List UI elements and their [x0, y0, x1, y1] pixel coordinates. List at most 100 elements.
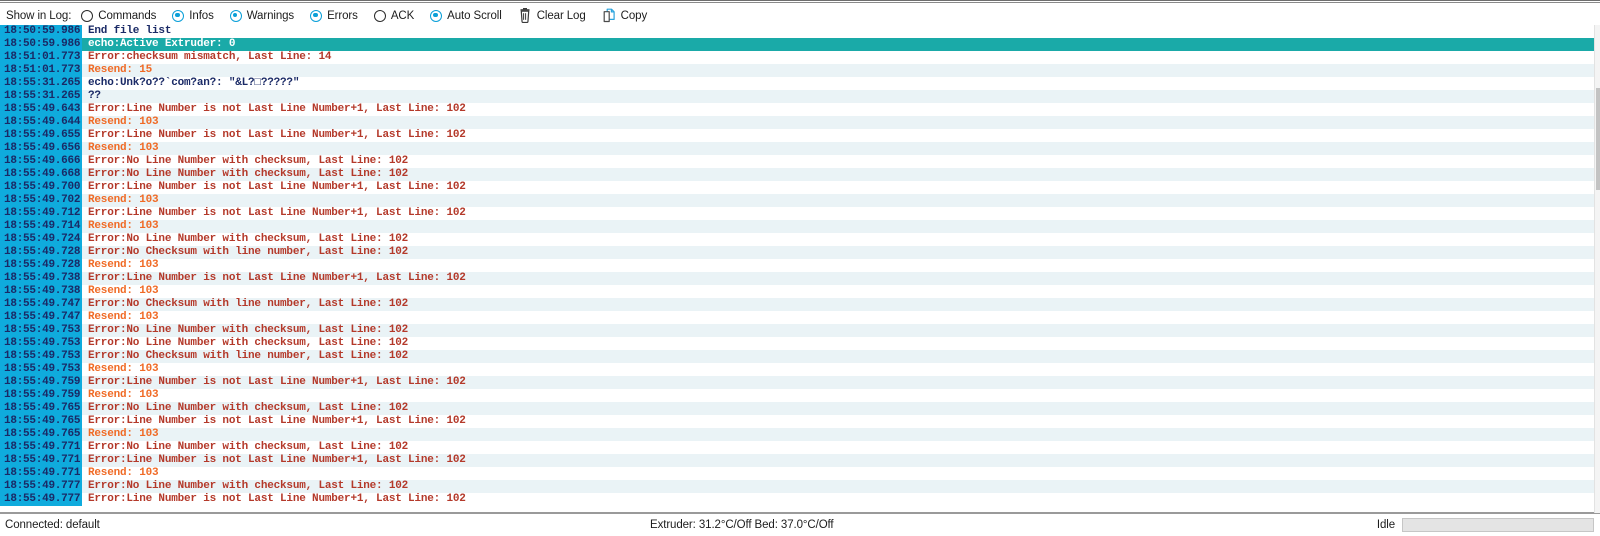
- filter-commands[interactable]: Commands: [81, 9, 156, 22]
- log-row-timestamp: 18:55:49.777: [0, 493, 82, 506]
- log-row-timestamp: 18:55:49.728: [0, 259, 82, 272]
- log-row[interactable]: 18:55:49.759 Resend: 103: [0, 389, 1594, 402]
- log-row[interactable]: 18:51:01.773 Error:checksum mismatch, Las…: [0, 51, 1594, 64]
- log-row[interactable]: 18:55:49.771 Error:No Line Number with ch…: [0, 441, 1594, 454]
- log-row-message: Resend: 103: [88, 285, 159, 297]
- radio-warnings-icon[interactable]: [229, 9, 242, 22]
- status-bar: Connected: default Extruder: 31.2°C/Off …: [0, 513, 1600, 536]
- log-row[interactable]: 18:55:49.668 Error:No Line Number with ch…: [0, 168, 1594, 181]
- log-row-timestamp: 18:55:49.771: [0, 441, 82, 454]
- log-row-message: Error:Line Number is not Last Line Numbe…: [88, 376, 466, 388]
- log-row-timestamp: 18:55:31.265: [0, 90, 82, 103]
- log-row[interactable]: 18:55:49.771 Error:Line Number is not Las…: [0, 454, 1594, 467]
- radio-commands-icon[interactable]: [81, 9, 94, 22]
- log-row[interactable]: 18:55:49.656 Resend: 103: [0, 142, 1594, 155]
- log-row-message: Error:No Checksum with line number, Last…: [88, 246, 409, 258]
- filter-auto-scroll[interactable]: Auto Scroll: [430, 9, 502, 22]
- log-row-message: Error:No Checksum with line number, Last…: [88, 350, 409, 362]
- log-row-timestamp: 18:55:49.765: [0, 415, 82, 428]
- log-row[interactable]: 18:55:49.738 Error:Line Number is not Las…: [0, 272, 1594, 285]
- printer-host-log-window: Show in Log: Commands Infos Warnings Errors…: [0, 0, 1600, 536]
- log-row[interactable]: 18:55:31.265 echo:Unk?o??`com?an?: "&L?□?…: [0, 77, 1594, 90]
- show-in-log-label: Show in Log:: [6, 9, 72, 22]
- log-row-timestamp: 18:55:49.759: [0, 376, 82, 389]
- log-row-message: Error:No Line Number with checksum, Last…: [88, 402, 409, 414]
- log-row[interactable]: 18:55:49.753 Error:No Checksum with line …: [0, 350, 1594, 363]
- log-row-timestamp: 18:55:49.644: [0, 116, 82, 129]
- log-row-timestamp: 18:50:59.986: [0, 38, 82, 51]
- log-row-message: Error:Line Number is not Last Line Numbe…: [88, 272, 466, 284]
- log-row[interactable]: 18:55:49.700 Error:Line Number is not Las…: [0, 181, 1594, 194]
- log-row[interactable]: 18:55:49.702 Resend: 103: [0, 194, 1594, 207]
- log-row[interactable]: 18:50:59.986 echo:Active Extruder: 0: [0, 38, 1594, 51]
- log-row-timestamp: 18:55:49.656: [0, 142, 82, 155]
- log-row-timestamp: 18:55:49.668: [0, 168, 82, 181]
- log-row[interactable]: 18:55:49.765 Resend: 103: [0, 428, 1594, 441]
- filter-errors[interactable]: Errors: [310, 9, 358, 22]
- log-row[interactable]: 18:51:01.773 Resend: 15: [0, 64, 1594, 77]
- log-row[interactable]: 18:55:49.728 Resend: 103: [0, 259, 1594, 272]
- log-row-message: Error:No Checksum with line number, Last…: [88, 298, 409, 310]
- log-row[interactable]: 18:55:49.765 Error:Line Number is not Las…: [0, 415, 1594, 428]
- log-row-timestamp: 18:55:49.771: [0, 454, 82, 467]
- clear-log-button[interactable]: Clear Log: [518, 8, 586, 23]
- log-row-timestamp: 18:55:49.700: [0, 181, 82, 194]
- log-row[interactable]: 18:55:49.753 Resend: 103: [0, 363, 1594, 376]
- log-row-message: Error:checksum mismatch, Last Line: 14: [88, 51, 332, 63]
- log-row[interactable]: 18:55:49.714 Resend: 103: [0, 220, 1594, 233]
- log-row[interactable]: 18:55:49.771 Resend: 103: [0, 467, 1594, 480]
- log-row-timestamp: 18:55:49.738: [0, 272, 82, 285]
- log-row-message: echo:Unk?o??`com?an?: "&L?□?????": [88, 77, 300, 89]
- log-row-message: Error:Line Number is not Last Line Numbe…: [88, 415, 466, 427]
- filter-infos[interactable]: Infos: [172, 9, 214, 22]
- log-row-message: Error:No Line Number with checksum, Last…: [88, 441, 409, 453]
- log-row-message: Error:Line Number is not Last Line Numbe…: [88, 207, 466, 219]
- log-row[interactable]: 18:55:49.759 Error:Line Number is not Las…: [0, 376, 1594, 389]
- log-row-timestamp: 18:55:49.728: [0, 246, 82, 259]
- log-row-timestamp: 18:50:59.986: [0, 25, 82, 38]
- log-row-timestamp: 18:55:49.765: [0, 402, 82, 415]
- log-scrollbar-thumb[interactable]: [1596, 88, 1600, 190]
- log-row-timestamp: 18:55:49.765: [0, 428, 82, 441]
- log-row[interactable]: 18:55:31.265??: [0, 90, 1594, 103]
- log-row[interactable]: 18:55:49.666 Error:No Line Number with ch…: [0, 155, 1594, 168]
- log-row[interactable]: 18:55:49.724 Error:No Line Number with ch…: [0, 233, 1594, 246]
- radio-ack-icon[interactable]: [373, 9, 386, 22]
- log-row[interactable]: 18:55:49.644 Resend: 103: [0, 116, 1594, 129]
- log-row[interactable]: 18:55:49.777 Error:No Line Number with ch…: [0, 480, 1594, 493]
- log-output-list[interactable]: 18:50:59.986 End file list 18:50:59.986 ech…: [0, 25, 1594, 513]
- radio-infos-icon[interactable]: [172, 9, 185, 22]
- log-row[interactable]: 18:55:49.738 Resend: 103: [0, 285, 1594, 298]
- radio-errors-icon[interactable]: [310, 9, 323, 22]
- log-row-timestamp: 18:55:49.666: [0, 155, 82, 168]
- log-row[interactable]: 18:55:49.712 Error:Line Number is not Las…: [0, 207, 1594, 220]
- log-row-message: Resend: 15: [88, 64, 153, 76]
- radio-auto-scroll-icon[interactable]: [430, 9, 443, 22]
- log-row[interactable]: 18:55:49.747 Error:No Checksum with line …: [0, 298, 1594, 311]
- log-row-timestamp: 18:55:49.753: [0, 337, 82, 350]
- log-row-message: Error:Line Number is not Last Line Numbe…: [88, 493, 466, 505]
- log-row-message: Error:No Line Number with checksum, Last…: [88, 155, 409, 167]
- filter-ack[interactable]: ACK: [373, 9, 414, 22]
- log-row-message: Error:No Line Number with checksum, Last…: [88, 337, 409, 349]
- log-row[interactable]: 18:50:59.986 End file list: [0, 25, 1594, 38]
- copy-button[interactable]: Copy: [602, 8, 647, 23]
- log-row-timestamp: 18:55:49.753: [0, 363, 82, 376]
- log-row-timestamp: 18:55:49.771: [0, 467, 82, 480]
- log-vertical-scrollbar[interactable]: [1594, 25, 1600, 513]
- log-row[interactable]: 18:55:49.747 Resend: 103: [0, 311, 1594, 324]
- log-row-timestamp: 18:55:49.714: [0, 220, 82, 233]
- log-row[interactable]: 18:55:49.655 Error:Line Number is not Las…: [0, 129, 1594, 142]
- log-row[interactable]: 18:55:49.753 Error:No Line Number with ch…: [0, 324, 1594, 337]
- filter-infos-label: Infos: [189, 9, 214, 22]
- filter-auto-scroll-label: Auto Scroll: [447, 9, 502, 22]
- copy-label: Copy: [620, 9, 648, 22]
- log-row-message: ??: [88, 90, 101, 102]
- log-row[interactable]: 18:55:49.753 Error:No Line Number with ch…: [0, 337, 1594, 350]
- log-row[interactable]: 18:55:49.728 Error:No Checksum with line …: [0, 246, 1594, 259]
- log-row[interactable]: 18:55:49.643 Error:Line Number is not Las…: [0, 103, 1594, 116]
- log-row[interactable]: 18:55:49.777 Error:Line Number is not Las…: [0, 493, 1594, 506]
- log-row-message: Resend: 103: [88, 428, 159, 440]
- log-row[interactable]: 18:55:49.765 Error:No Line Number with ch…: [0, 402, 1594, 415]
- filter-warnings[interactable]: Warnings: [229, 9, 294, 22]
